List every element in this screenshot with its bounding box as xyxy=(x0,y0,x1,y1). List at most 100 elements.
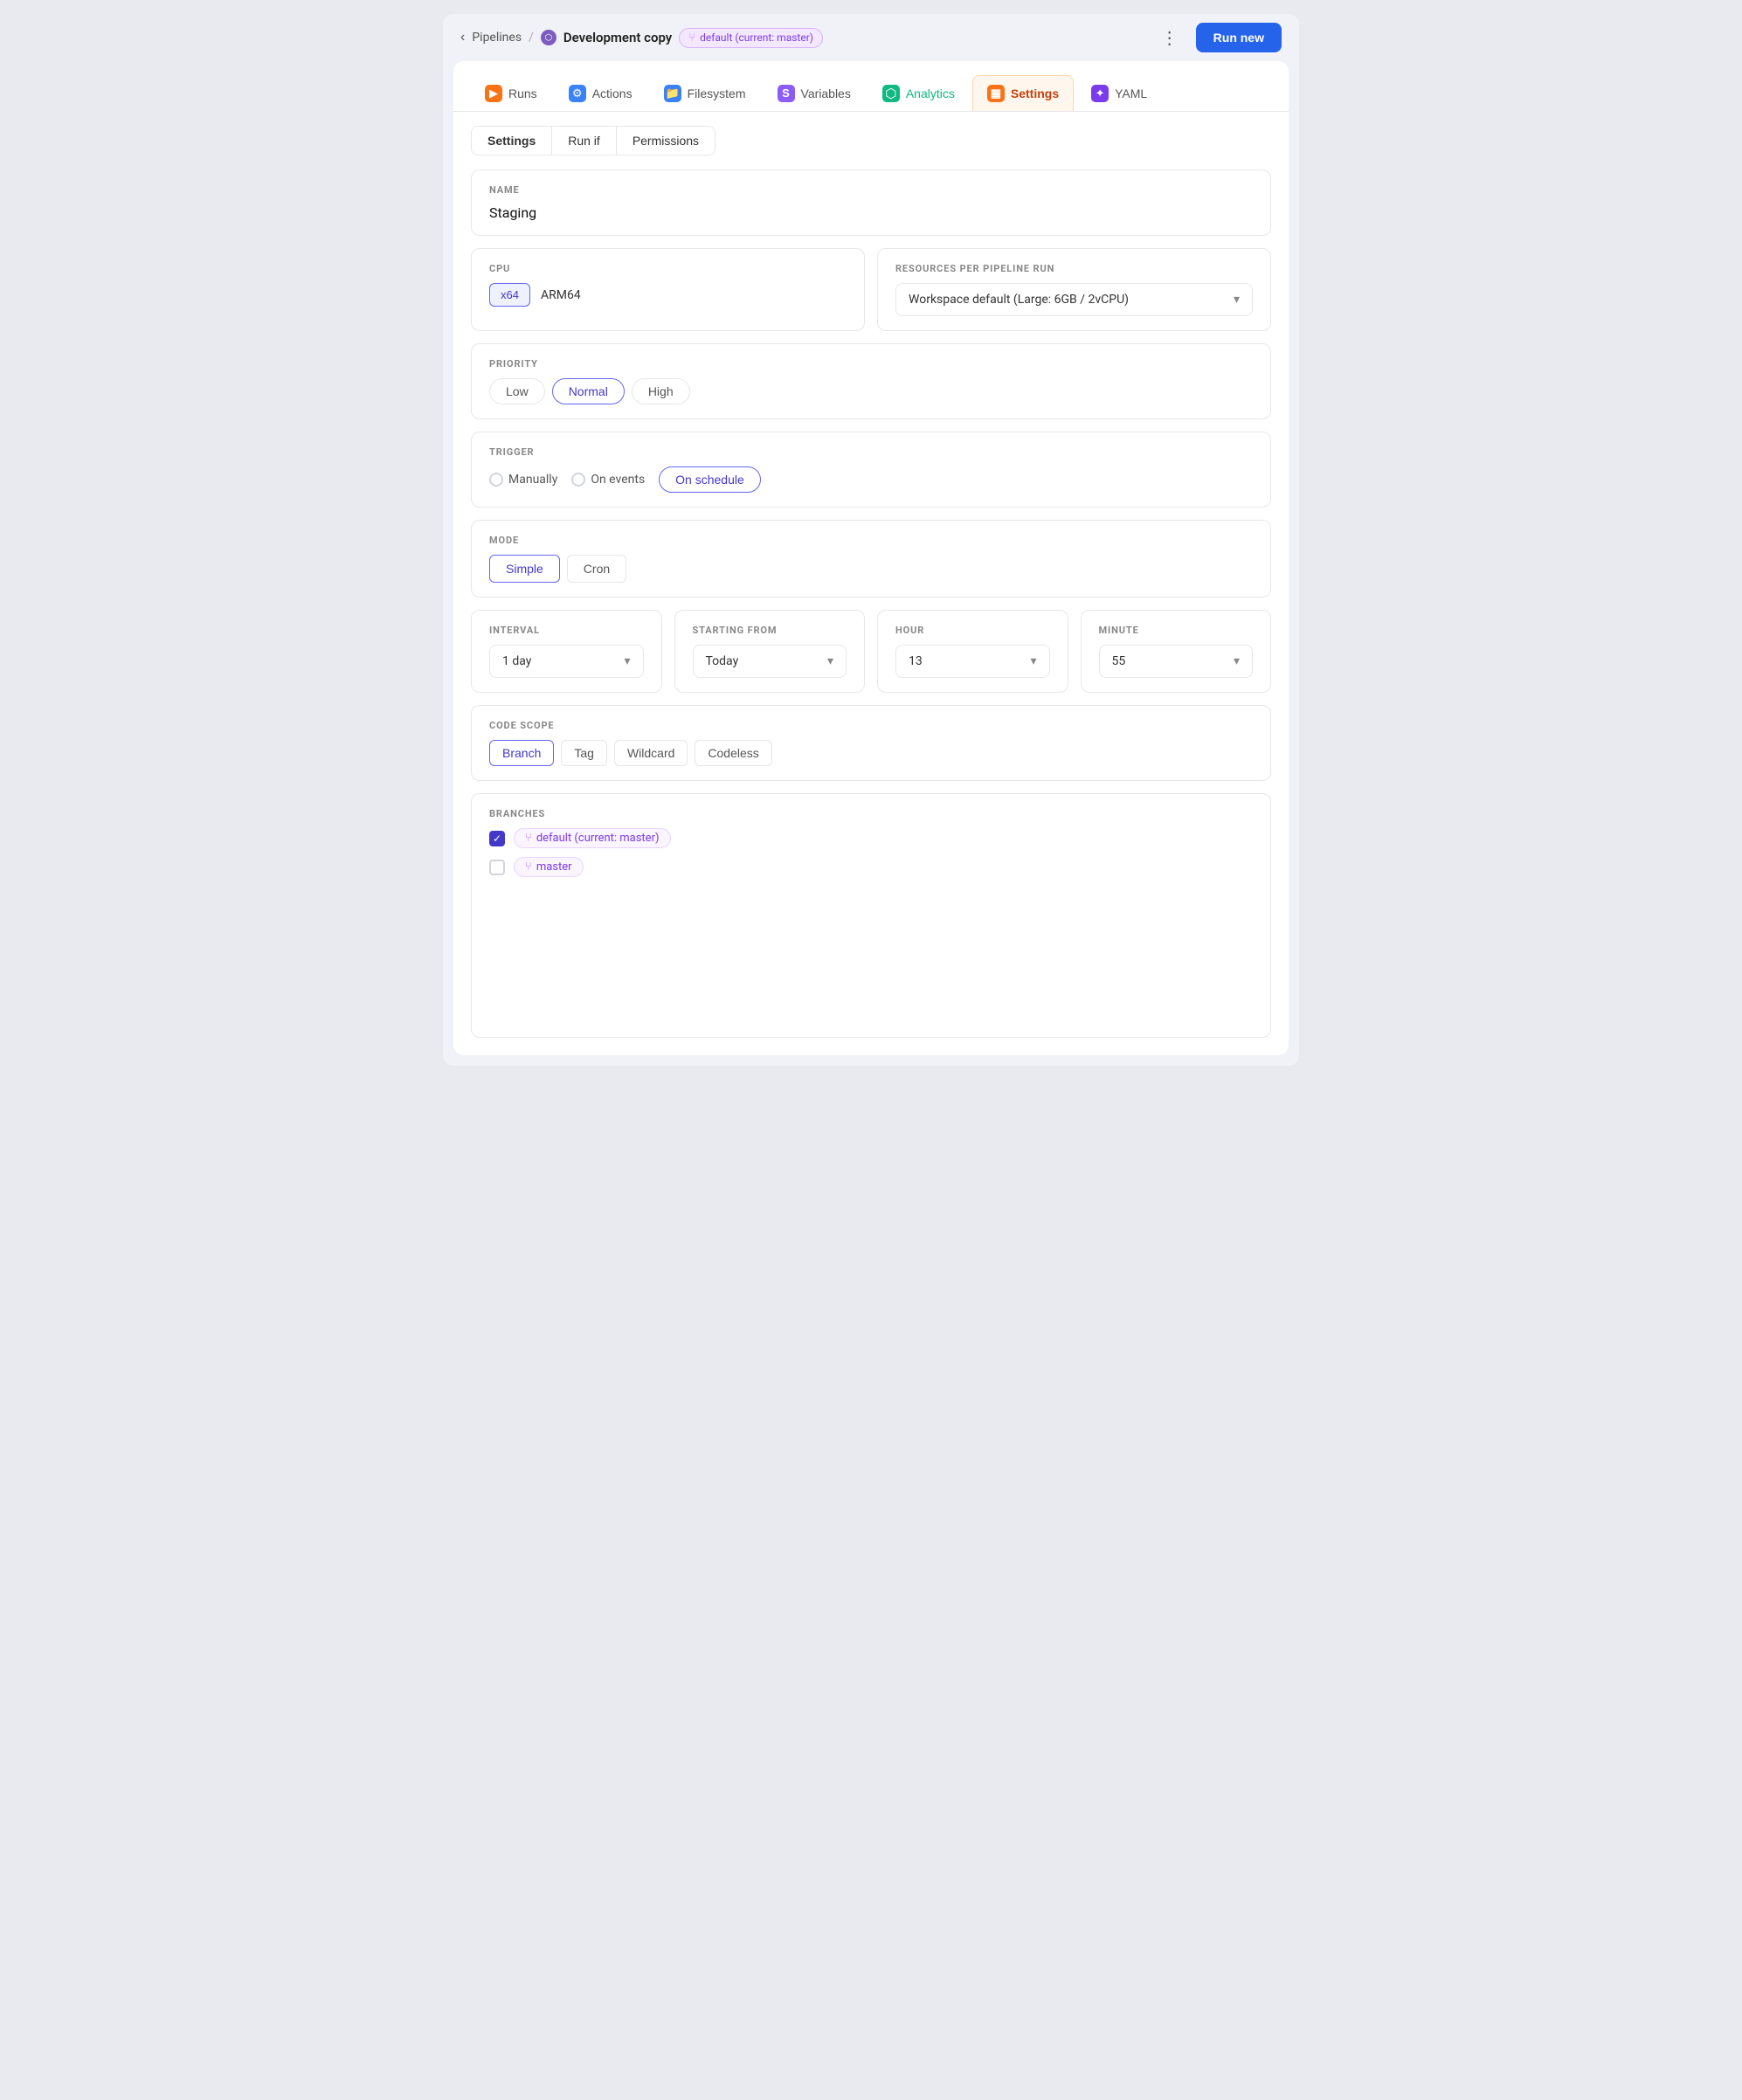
priority-high-button[interactable]: High xyxy=(632,378,690,404)
top-bar: ‹ Pipelines / ⬡ Development copy ⑂ defau… xyxy=(443,14,1299,61)
tab-analytics[interactable]: ⬡ Analytics xyxy=(868,76,969,111)
branch-default-label: default (current: master) xyxy=(536,832,660,845)
hour-label: HOUR xyxy=(895,625,1050,636)
priority-toggle-group: Low Normal High xyxy=(489,378,1253,404)
tab-filesystem[interactable]: 📁 Filesystem xyxy=(650,76,760,111)
resources-card: RESOURCES PER PIPELINE RUN Workspace def… xyxy=(877,248,1271,331)
name-card: NAME Staging xyxy=(471,169,1271,236)
mode-card: MODE Simple Cron xyxy=(471,520,1271,598)
minute-card: MINUTE 55 ▾ xyxy=(1081,610,1272,693)
subtab-permissions[interactable]: Permissions xyxy=(617,126,715,155)
starting-from-label: STARTING FROM xyxy=(693,625,847,636)
subtab-settings[interactable]: Settings xyxy=(471,126,552,155)
mode-cron-button[interactable]: Cron xyxy=(567,555,626,583)
branch-master-label: master xyxy=(536,860,572,874)
hour-dropdown[interactable]: 13 ▾ xyxy=(895,645,1050,678)
tab-analytics-label: Analytics xyxy=(906,86,955,100)
minute-value: 55 xyxy=(1112,654,1126,668)
schedule-row: INTERVAL 1 day ▾ STARTING FROM Today ▾ H… xyxy=(471,610,1271,693)
priority-low-button[interactable]: Low xyxy=(489,378,545,404)
cpu-label: CPU xyxy=(489,263,847,274)
tab-actions[interactable]: ⚙ Actions xyxy=(555,76,646,111)
priority-label: PRIORITY xyxy=(489,358,1253,370)
code-scope-label: CODE SCOPE xyxy=(489,720,1253,731)
mode-simple-button[interactable]: Simple xyxy=(489,555,560,583)
trigger-group: Manually On events On schedule xyxy=(489,466,1253,493)
pipeline-icon: ⬡ xyxy=(541,30,556,45)
scope-tag-button[interactable]: Tag xyxy=(561,740,607,766)
filesystem-icon: 📁 xyxy=(664,85,681,102)
breadcrumb-pipelines[interactable]: Pipelines xyxy=(472,31,522,45)
top-bar-actions: ⋮ Run new xyxy=(1154,23,1282,52)
analytics-icon: ⬡ xyxy=(882,85,900,102)
scope-group: Branch Tag Wildcard Codeless xyxy=(489,740,1253,766)
back-button[interactable]: ‹ xyxy=(460,30,465,45)
scope-codeless-button[interactable]: Codeless xyxy=(695,740,771,766)
name-label: NAME xyxy=(489,184,1253,196)
trigger-manually[interactable]: Manually xyxy=(489,473,557,487)
mode-group: Simple Cron xyxy=(489,555,1253,583)
scope-branch-button[interactable]: Branch xyxy=(489,740,554,766)
branch-checkbox-master[interactable] xyxy=(489,860,505,875)
branches-card: BRANCHES ✓ ⑂ default (current: master) ⑂ xyxy=(471,793,1271,1038)
settings-icon: ▦ xyxy=(987,85,1005,102)
branch-checkbox-default[interactable]: ✓ xyxy=(489,831,505,846)
tab-runs[interactable]: ▶ Runs xyxy=(471,76,551,111)
trigger-on-events[interactable]: On events xyxy=(571,473,645,487)
breadcrumb: ‹ Pipelines / ⬡ Development copy ⑂ defau… xyxy=(460,28,823,48)
tab-variables[interactable]: S Variables xyxy=(764,76,865,111)
radio-on-events xyxy=(571,473,585,487)
tab-settings[interactable]: ▦ Settings xyxy=(972,75,1074,111)
priority-normal-button[interactable]: Normal xyxy=(552,378,625,404)
more-button[interactable]: ⋮ xyxy=(1154,24,1186,52)
nav-tabs: ▶ Runs ⚙ Actions 📁 Filesystem S Variable… xyxy=(453,61,1289,112)
branch-tag-master: ⑂ master xyxy=(514,857,584,877)
trigger-on-schedule-button[interactable]: On schedule xyxy=(659,466,761,493)
branches-list: ✓ ⑂ default (current: master) ⑂ master xyxy=(489,828,1253,877)
pipeline-name: Development copy xyxy=(563,30,672,45)
interval-card: INTERVAL 1 day ▾ xyxy=(471,610,662,693)
branch-badge[interactable]: ⑂ default (current: master) xyxy=(679,28,823,48)
cpu-resources-row: CPU x64 ARM64 RESOURCES PER PIPELINE RUN… xyxy=(471,248,1271,331)
starting-from-dropdown[interactable]: Today ▾ xyxy=(693,645,847,678)
tab-yaml[interactable]: ✦ YAML xyxy=(1077,76,1161,111)
interval-value: 1 day xyxy=(502,654,531,668)
tab-actions-label: Actions xyxy=(592,86,633,100)
starting-from-chevron-icon: ▾ xyxy=(827,654,833,668)
tab-settings-label: Settings xyxy=(1011,86,1059,100)
resources-label: RESOURCES PER PIPELINE RUN xyxy=(895,263,1253,274)
branch-label: default (current: master) xyxy=(700,31,813,44)
interval-dropdown[interactable]: 1 day ▾ xyxy=(489,645,644,678)
main-content: ▶ Runs ⚙ Actions 📁 Filesystem S Variable… xyxy=(453,61,1289,1055)
content-area: NAME Staging CPU x64 ARM64 RESOURCES PER… xyxy=(453,155,1289,1055)
runs-icon: ▶ xyxy=(485,85,502,102)
priority-card: PRIORITY Low Normal High xyxy=(471,343,1271,419)
tab-yaml-label: YAML xyxy=(1115,86,1147,100)
run-new-button[interactable]: Run new xyxy=(1196,23,1282,52)
minute-label: MINUTE xyxy=(1099,625,1254,636)
subtab-run-if[interactable]: Run if xyxy=(552,126,617,155)
name-value: Staging xyxy=(489,204,1253,221)
minute-dropdown[interactable]: 55 ▾ xyxy=(1099,645,1254,678)
branch-item-master: ⑂ master xyxy=(489,857,1253,877)
radio-manually xyxy=(489,473,503,487)
interval-chevron-icon: ▾ xyxy=(624,654,630,668)
git-icon-default: ⑂ xyxy=(525,832,532,845)
resources-dropdown[interactable]: Workspace default (Large: 6GB / 2vCPU) ▾ xyxy=(895,283,1253,316)
cpu-x64-button[interactable]: x64 xyxy=(489,283,530,307)
mode-label: MODE xyxy=(489,535,1253,546)
git-icon-master: ⑂ xyxy=(525,860,532,874)
interval-label: INTERVAL xyxy=(489,625,644,636)
trigger-label: TRIGGER xyxy=(489,446,1253,458)
hour-card: HOUR 13 ▾ xyxy=(877,610,1068,693)
hour-chevron-icon: ▾ xyxy=(1030,654,1036,668)
variables-icon: S xyxy=(778,85,795,102)
app-container: ‹ Pipelines / ⬡ Development copy ⑂ defau… xyxy=(443,14,1299,1066)
chevron-down-icon: ▾ xyxy=(1234,293,1240,307)
trigger-on-events-label: On events xyxy=(591,473,645,487)
sub-tabs: Settings Run if Permissions xyxy=(453,112,1289,155)
git-branch-icon: ⑂ xyxy=(688,31,695,45)
breadcrumb-sep: / xyxy=(529,31,534,45)
yaml-icon: ✦ xyxy=(1091,85,1109,102)
scope-wildcard-button[interactable]: Wildcard xyxy=(614,740,688,766)
